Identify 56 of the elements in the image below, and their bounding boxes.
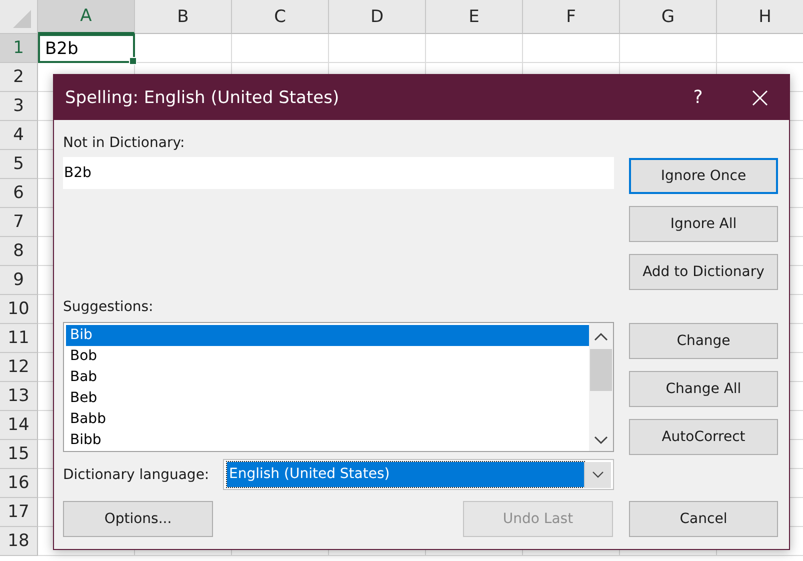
suggestion-item[interactable]: Beb bbox=[66, 388, 589, 409]
row-header[interactable]: 1 bbox=[0, 34, 38, 63]
row-header[interactable]: 15 bbox=[0, 440, 38, 469]
column-header[interactable]: A bbox=[38, 0, 135, 34]
fill-handle[interactable] bbox=[129, 57, 137, 65]
word-field[interactable]: B2b bbox=[63, 157, 614, 189]
close-icon bbox=[752, 90, 768, 106]
table-cell[interactable]: B2b bbox=[38, 34, 135, 63]
dialog-button[interactable]: Ignore Once bbox=[629, 158, 778, 194]
row-header[interactable]: 18 bbox=[0, 527, 38, 556]
dialog-button[interactable]: Options... bbox=[63, 501, 213, 537]
dialog-button[interactable]: Change All bbox=[629, 371, 778, 407]
scrollbar-thumb[interactable] bbox=[590, 349, 612, 391]
field-label: Dictionary language: bbox=[63, 466, 210, 482]
row-header[interactable]: 3 bbox=[0, 92, 38, 121]
row-header[interactable]: 14 bbox=[0, 411, 38, 440]
help-button[interactable]: ? bbox=[675, 75, 721, 120]
language-dropdown[interactable]: English (United States) bbox=[223, 459, 614, 490]
dialog-button[interactable]: Add to Dictionary bbox=[629, 254, 778, 290]
column-header[interactable]: F bbox=[523, 0, 620, 34]
row-header[interactable]: 7 bbox=[0, 208, 38, 237]
scrollbar[interactable] bbox=[589, 323, 613, 451]
column-header[interactable]: D bbox=[329, 0, 426, 34]
chevron-down-icon bbox=[592, 470, 604, 478]
column-header[interactable]: E bbox=[426, 0, 523, 34]
column-header[interactable]: C bbox=[232, 0, 329, 34]
suggestion-item[interactable]: Bib bbox=[66, 325, 589, 346]
row-header[interactable]: 2 bbox=[0, 63, 38, 92]
row-header[interactable]: 11 bbox=[0, 324, 38, 353]
column-header[interactable]: H bbox=[717, 0, 803, 34]
scroll-up-icon bbox=[594, 332, 608, 342]
suggestion-item[interactable]: Bab bbox=[66, 367, 589, 388]
row-header[interactable]: 9 bbox=[0, 266, 38, 295]
dialog-button[interactable]: AutoCorrect bbox=[629, 419, 778, 455]
suggestion-item[interactable]: Babb bbox=[66, 409, 589, 430]
row-header[interactable]: 5 bbox=[0, 150, 38, 179]
dialog-button[interactable]: Change bbox=[629, 323, 778, 359]
suggestion-item[interactable]: Bibb bbox=[66, 430, 589, 451]
row-header[interactable]: 6 bbox=[0, 179, 38, 208]
scroll-down-icon bbox=[594, 435, 608, 445]
row-header[interactable]: 12 bbox=[0, 353, 38, 382]
row-header[interactable]: 17 bbox=[0, 498, 38, 527]
column-header[interactable]: G bbox=[620, 0, 717, 34]
dialog-button[interactable]: Cancel bbox=[629, 501, 778, 537]
field-label: Not in Dictionary: bbox=[63, 134, 186, 152]
row-header[interactable]: 8 bbox=[0, 237, 38, 266]
row-header[interactable]: 4 bbox=[0, 121, 38, 150]
row-header[interactable]: 16 bbox=[0, 469, 38, 498]
row-header[interactable]: 10 bbox=[0, 295, 38, 324]
dialog-button[interactable]: Ignore All bbox=[629, 206, 778, 242]
row-header[interactable]: 13 bbox=[0, 382, 38, 411]
dialog-title: Spelling: English (United States) bbox=[65, 88, 340, 108]
list-label: Suggestions: bbox=[63, 298, 154, 316]
column-header[interactable]: B bbox=[135, 0, 232, 34]
dropdown-value: English (United States) bbox=[227, 462, 584, 487]
suggestion-item[interactable]: Bob bbox=[66, 346, 589, 367]
